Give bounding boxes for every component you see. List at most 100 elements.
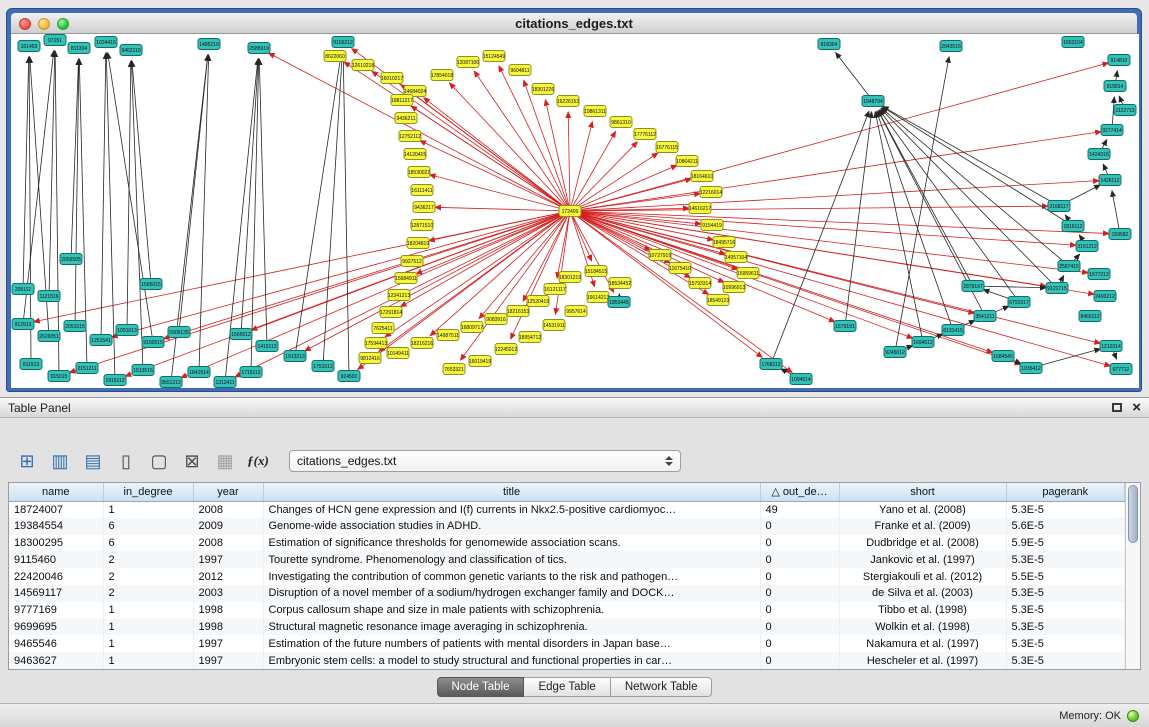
tab-edge-table[interactable]: Edge Table (524, 677, 610, 697)
column-header-title[interactable]: title (263, 483, 760, 501)
network-node[interactable]: 1853445 (608, 297, 630, 308)
cell-in_degree[interactable]: 6 (103, 518, 193, 535)
network-node[interactable]: 1485210 (198, 39, 220, 50)
network-node[interactable]: 15793314 (689, 278, 711, 289)
network-edge[interactable] (570, 211, 1021, 364)
cell-name[interactable]: 9465546 (9, 635, 103, 652)
network-edge[interactable] (55, 51, 59, 376)
table-row[interactable]: 2242004622012Investigating the contribut… (9, 568, 1125, 585)
network-node[interactable]: 12245012 (495, 344, 517, 355)
column-header-in_degree[interactable]: in_degree (103, 483, 193, 501)
network-node[interactable]: 14531911 (543, 320, 565, 331)
network-node[interactable]: 11675410 (669, 263, 691, 274)
network-node[interactable]: 2585919 (248, 43, 270, 54)
network-node[interactable]: 14120415 (404, 149, 426, 160)
network-node[interactable]: 7625411 (372, 323, 394, 334)
network-edge[interactable] (435, 207, 570, 211)
cell-in_degree[interactable]: 2 (103, 551, 193, 568)
network-node[interactable]: 16809717 (461, 322, 483, 333)
import-table-icon[interactable]: ▦ (212, 448, 238, 474)
network-node[interactable]: 14987511 (437, 330, 459, 341)
network-node[interactable]: 10727919 (649, 250, 671, 261)
network-node[interactable]: 8131415 (942, 325, 964, 336)
network-node[interactable]: 912913 (12, 319, 34, 330)
network-window-titlebar[interactable]: citations_edges.txt (11, 13, 1137, 34)
network-edge[interactable] (199, 55, 209, 372)
network-node[interactable]: 9245012 (884, 347, 906, 358)
network-node[interactable]: 16614213 (587, 292, 609, 303)
network-node[interactable]: 2493212 (1094, 291, 1116, 302)
network-node[interactable]: 17594413 (365, 338, 387, 349)
cell-out_degree[interactable]: 0 (760, 652, 839, 669)
network-node[interactable]: 19861311 (584, 106, 606, 117)
network-node[interactable]: 2943516 (940, 41, 962, 52)
cell-year[interactable]: 1997 (193, 635, 263, 652)
column-header-pagerank[interactable]: pagerank (1006, 483, 1125, 501)
close-panel-icon[interactable]: × (1132, 401, 1141, 415)
network-node[interactable]: 811913 (20, 359, 42, 370)
network-node[interactable]: 1035412 (1020, 363, 1042, 374)
network-node[interactable]: 818304 (818, 39, 840, 50)
network-node[interactable]: 205112 (12, 284, 34, 295)
network-node[interactable]: 15124549 (483, 51, 505, 62)
network-node[interactable]: 16226152 (557, 96, 579, 107)
network-node[interactable]: 14957104 (725, 252, 747, 263)
network-node[interactable]: 915814 (1104, 81, 1126, 92)
network-node[interactable]: 9927512 (401, 256, 423, 267)
zoom-window-button[interactable] (57, 18, 69, 30)
cell-short[interactable]: Wolkin et al. (1998) (839, 619, 1006, 636)
network-node[interactable]: 6791917 (1008, 297, 1030, 308)
network-node[interactable]: 1948794 (862, 96, 884, 107)
table-row[interactable]: 977716911998Corpus callosum shape and si… (9, 602, 1125, 619)
network-node[interactable]: 159582 (1109, 229, 1131, 240)
close-window-button[interactable] (19, 18, 31, 30)
cell-out_degree[interactable]: 0 (760, 619, 839, 636)
network-node[interactable]: 9604811 (509, 65, 531, 76)
network-node[interactable]: 9551212 (160, 377, 182, 388)
cell-short[interactable]: Dudbridge et al. (2008) (839, 535, 1006, 552)
network-node[interactable]: 16776115 (656, 142, 678, 153)
network-node[interactable]: 16959611 (737, 268, 759, 279)
network-edge[interactable] (836, 53, 873, 101)
network-node[interactable]: 8465112 (1079, 311, 1101, 322)
network-node[interactable]: 1679191 (834, 321, 856, 332)
network-edge[interactable] (570, 211, 1109, 234)
network-node[interactable]: 9083916 (485, 314, 507, 325)
network-node[interactable]: 1565612 (230, 329, 252, 340)
network-node[interactable]: 18954712 (519, 332, 541, 343)
column-header-name[interactable]: name (9, 483, 103, 501)
network-node[interactable]: 172409 (559, 206, 581, 217)
table-row[interactable]: 946362711997Embryonic stem cells: a mode… (9, 652, 1125, 669)
cell-year[interactable]: 2008 (193, 535, 263, 552)
network-node[interactable]: 18534452 (609, 278, 631, 289)
network-edge[interactable] (29, 57, 31, 364)
table-row[interactable]: 946554611997Estimation of the future num… (9, 635, 1125, 652)
network-node[interactable]: 2879197 (962, 281, 984, 292)
cell-name[interactable]: 18724007 (9, 501, 103, 518)
network-node[interactable]: 16121117 (544, 284, 566, 295)
cell-pagerank[interactable]: 5.3E-5 (1006, 501, 1125, 518)
network-node[interactable]: 677712 (1110, 364, 1132, 375)
scrollbar-thumb[interactable] (1128, 485, 1138, 543)
network-node[interactable]: 12871510 (411, 220, 433, 231)
network-node[interactable]: 7653321 (443, 364, 465, 375)
cell-name[interactable]: 9463627 (9, 652, 103, 669)
column-header-out_degree[interactable]: △ out_de… (760, 483, 839, 501)
cell-pagerank[interactable]: 5.3E-5 (1006, 585, 1125, 602)
cell-name[interactable]: 22420046 (9, 568, 103, 585)
create-column-icon[interactable]: ▤ (80, 448, 106, 474)
network-node[interactable]: 1816112 (1062, 221, 1084, 232)
network-edge[interactable] (882, 107, 1073, 226)
network-node[interactable]: 1094514 (790, 374, 812, 385)
network-edge[interactable] (132, 61, 151, 284)
network-node[interactable]: 2056505 (60, 254, 82, 265)
network-node[interactable]: 18301226 (532, 84, 554, 95)
cell-in_degree[interactable]: 1 (103, 619, 193, 636)
network-edge[interactable] (450, 83, 570, 211)
network-node[interactable]: 18495716 (713, 237, 735, 248)
network-node[interactable]: 18216153 (507, 306, 529, 317)
cell-short[interactable]: Tibbo et al. (1998) (839, 602, 1006, 619)
network-node[interactable]: 12341213 (388, 290, 410, 301)
network-node[interactable]: 9957614 (565, 306, 587, 317)
cell-title[interactable]: Disruption of a novel member of a sodium… (263, 585, 760, 602)
